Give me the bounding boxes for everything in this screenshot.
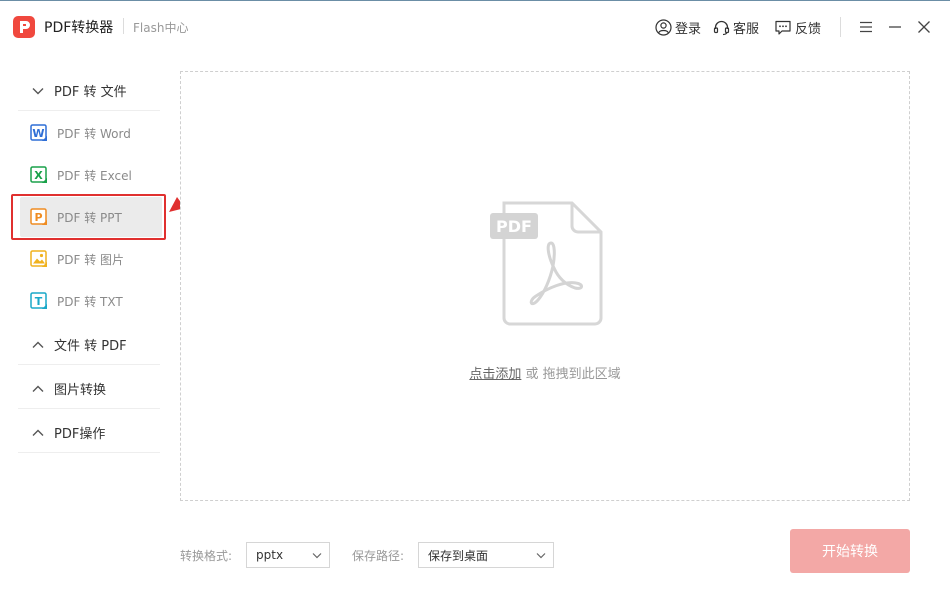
file-drop-zone[interactable]: PDF 点击添加 或 拖拽到此区域 (180, 71, 910, 501)
flash-center-link[interactable]: Flash中心 (133, 19, 188, 36)
chevron-down-icon (312, 553, 322, 559)
annotation-highlight-box (11, 194, 166, 240)
sidebar: PDF 转 文件 W PDF 转 Word X PDF 转 Excel P PD… (0, 52, 170, 601)
login-label: 登录 (675, 21, 702, 37)
feedback-label: 反馈 (795, 21, 822, 37)
sidebar-item-pdf-to-word[interactable]: W PDF 转 Word (20, 113, 162, 153)
click-add-link[interactable]: 点击添加 (469, 367, 521, 382)
pdf-file-icon: PDF (490, 201, 603, 326)
menu-icon (860, 21, 872, 33)
user-icon (655, 18, 672, 36)
excel-icon: X (30, 166, 47, 183)
chevron-up-icon (32, 341, 44, 348)
sidebar-item-pdf-to-image[interactable]: PDF 转 图片 (20, 239, 162, 279)
chevron-up-icon (32, 429, 44, 436)
login-button[interactable]: 登录 (655, 17, 701, 37)
group-pdf-operations[interactable]: PDF操作 (18, 413, 160, 453)
minimize-button[interactable] (885, 17, 905, 37)
sidebar-item-pdf-to-excel[interactable]: X PDF 转 Excel (20, 155, 162, 195)
save-path-value: 保存到桌面 (428, 548, 489, 563)
word-icon: W (30, 124, 47, 141)
group-image-convert[interactable]: 图片转换 (18, 369, 160, 409)
sidebar-item-label: PDF 转 Word (57, 126, 131, 141)
chevron-up-icon (32, 385, 44, 392)
toolbar-separator (840, 17, 841, 37)
format-select[interactable]: pptx (246, 542, 330, 568)
save-path-select[interactable]: 保存到桌面 (418, 542, 554, 568)
svg-text:X: X (34, 169, 43, 182)
sidebar-item-label: PDF 转 图片 (57, 252, 125, 267)
group-file-to-pdf[interactable]: 文件 转 PDF (18, 325, 160, 365)
start-convert-button[interactable]: 开始转换 (790, 529, 910, 573)
app-title: PDF转换器 (44, 20, 114, 36)
close-icon (918, 21, 930, 33)
image-icon (30, 250, 47, 267)
save-path-label: 保存路径: (352, 549, 405, 563)
sidebar-item-label: PDF 转 TXT (57, 294, 123, 309)
svg-text:T: T (35, 295, 43, 308)
drop-hint: 点击添加 或 拖拽到此区域 (181, 363, 909, 382)
group-label: PDF操作 (54, 427, 106, 442)
group-pdf-to-file[interactable]: PDF 转 文件 (18, 71, 160, 111)
title-bar: PDF转换器 Flash中心 登录 客服 反馈 (0, 0, 950, 52)
group-label: 图片转换 (54, 383, 107, 398)
chat-icon (775, 20, 791, 35)
close-button[interactable] (914, 17, 934, 37)
chevron-down-icon (32, 87, 44, 94)
feedback-button[interactable]: 反馈 (774, 17, 821, 37)
format-label: 转换格式: (180, 549, 233, 563)
service-label: 客服 (733, 21, 760, 37)
service-button[interactable]: 客服 (713, 17, 759, 37)
app-logo-icon (13, 16, 35, 38)
group-label: PDF 转 文件 (54, 85, 127, 100)
format-value: pptx (256, 548, 284, 562)
group-label: 文件 转 PDF (54, 339, 127, 354)
drag-hint-text: 或 拖拽到此区域 (521, 367, 621, 382)
sidebar-item-label: PDF 转 Excel (57, 168, 132, 183)
menu-button[interactable] (856, 17, 876, 37)
headset-icon (713, 20, 730, 35)
sidebar-item-pdf-to-txt[interactable]: T PDF 转 TXT (20, 281, 162, 321)
minimize-icon (889, 26, 901, 28)
pdf-badge: PDF (496, 217, 532, 236)
title-divider (123, 18, 124, 34)
chevron-down-icon (536, 553, 546, 559)
txt-icon: T (30, 292, 47, 309)
svg-text:W: W (32, 127, 44, 140)
